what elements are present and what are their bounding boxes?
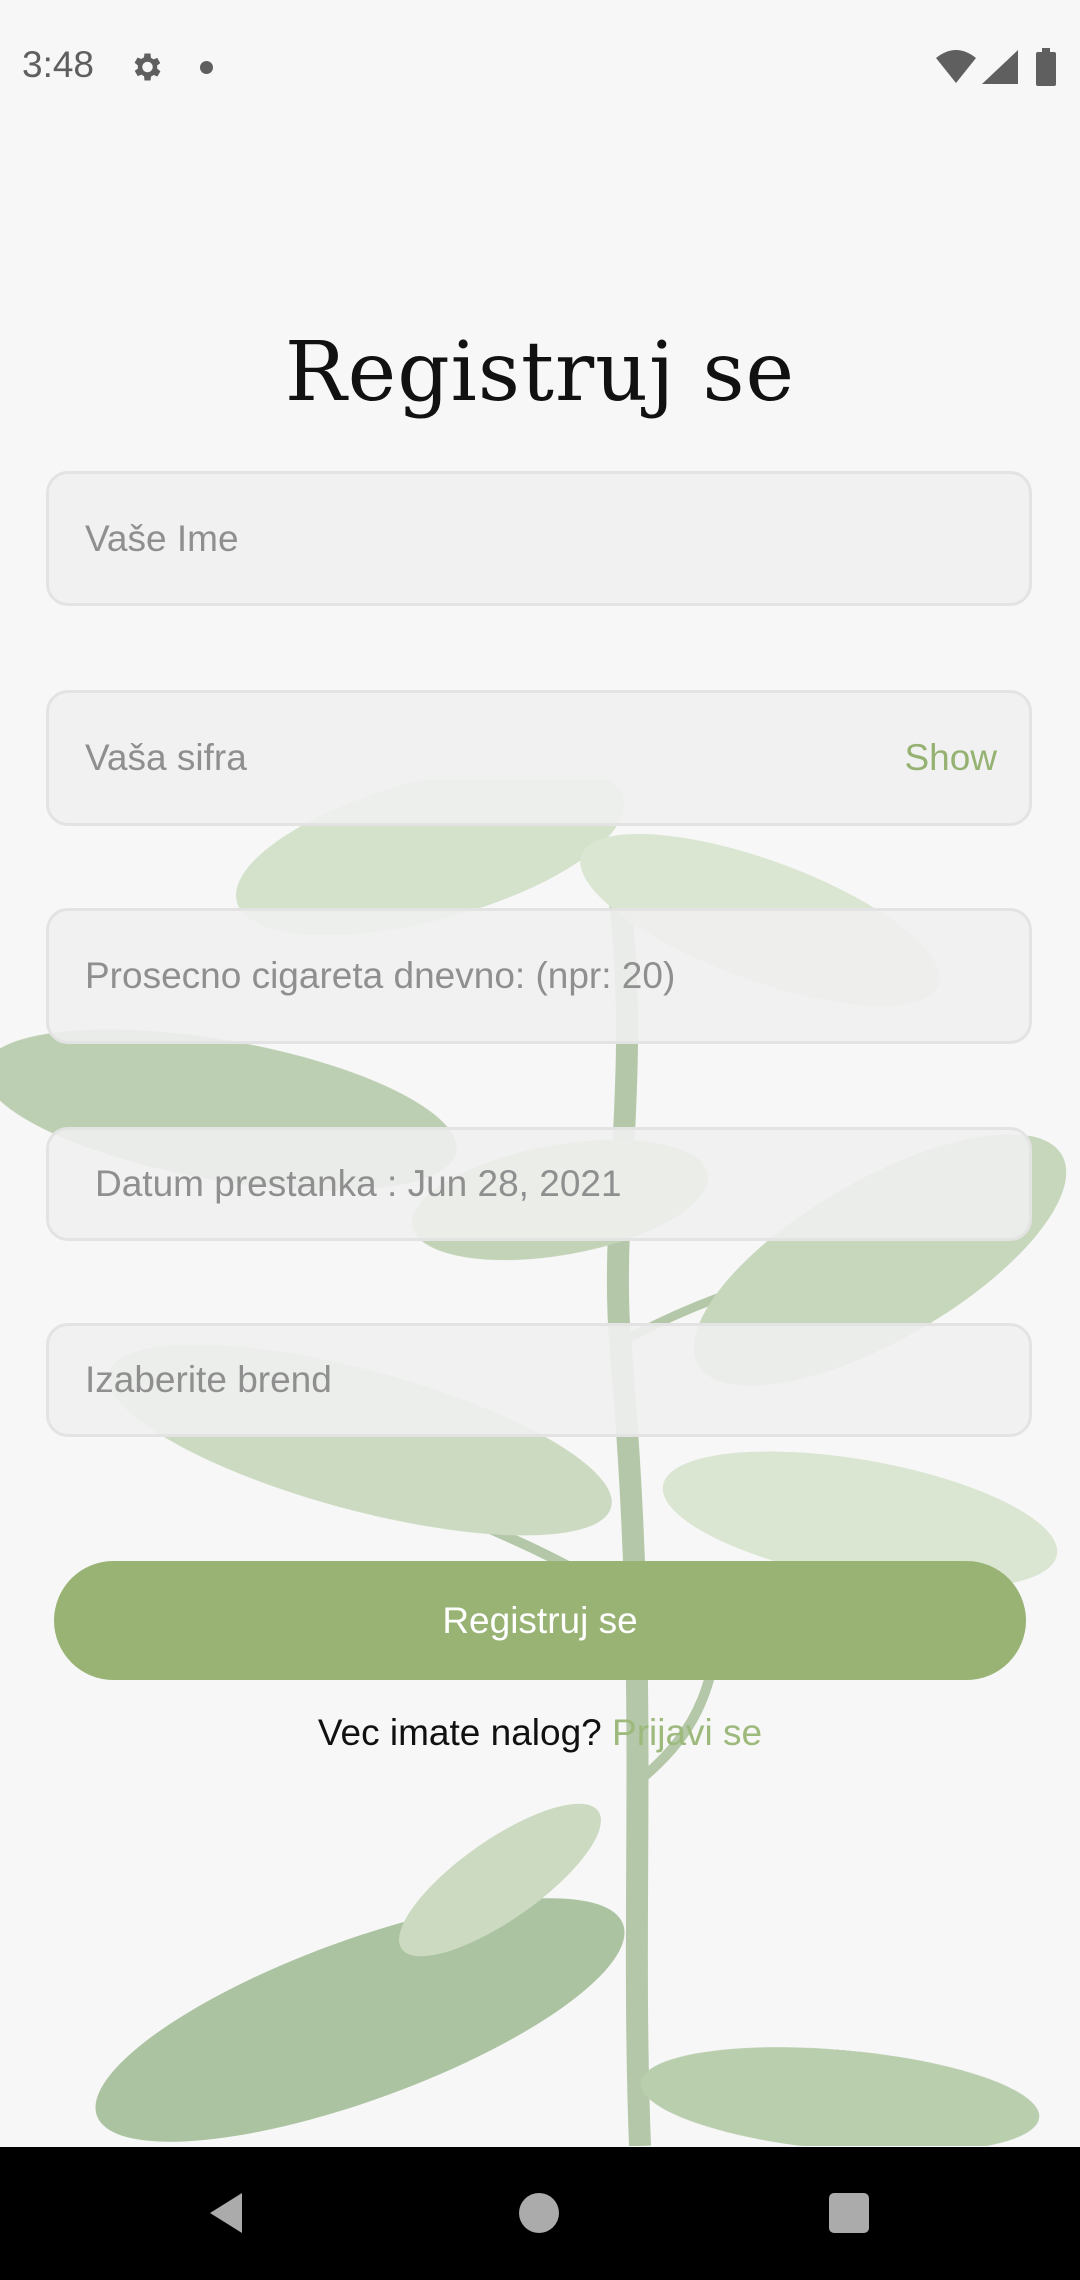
login-prompt: Vec imate nalog? Prijavi se bbox=[0, 1712, 1080, 1754]
name-field[interactable] bbox=[46, 471, 1032, 606]
signal-icon bbox=[982, 50, 1018, 84]
login-link[interactable]: Prijavi se bbox=[612, 1712, 762, 1753]
notification-dot-icon bbox=[200, 61, 213, 74]
password-input[interactable] bbox=[85, 693, 905, 823]
quit-date-field[interactable]: Datum prestanka : Jun 28, 2021 bbox=[46, 1127, 1032, 1241]
brand-input[interactable] bbox=[85, 1326, 905, 1434]
page-title: Registruj se bbox=[284, 325, 796, 420]
name-input[interactable] bbox=[85, 474, 905, 603]
gear-icon bbox=[134, 53, 161, 81]
home-icon[interactable] bbox=[519, 2193, 559, 2233]
cigarettes-field[interactable] bbox=[46, 908, 1032, 1044]
status-time: 3:48 bbox=[22, 44, 95, 85]
password-field[interactable]: Show bbox=[46, 690, 1032, 826]
wifi-icon bbox=[936, 50, 976, 83]
navigation-bar bbox=[0, 2147, 1080, 2280]
register-button[interactable]: Registruj se bbox=[54, 1561, 1026, 1680]
show-password-button[interactable]: Show bbox=[904, 737, 997, 779]
login-prompt-text: Vec imate nalog? bbox=[317, 1712, 613, 1753]
recents-icon[interactable] bbox=[829, 2193, 869, 2233]
battery-icon bbox=[1036, 48, 1056, 86]
quit-date-value: Datum prestanka : Jun 28, 2021 bbox=[95, 1163, 622, 1204]
cigarettes-input[interactable] bbox=[85, 911, 905, 1041]
status-bar: 3:48 bbox=[0, 0, 1080, 134]
back-icon[interactable] bbox=[206, 2189, 246, 2237]
brand-field[interactable] bbox=[46, 1323, 1032, 1437]
